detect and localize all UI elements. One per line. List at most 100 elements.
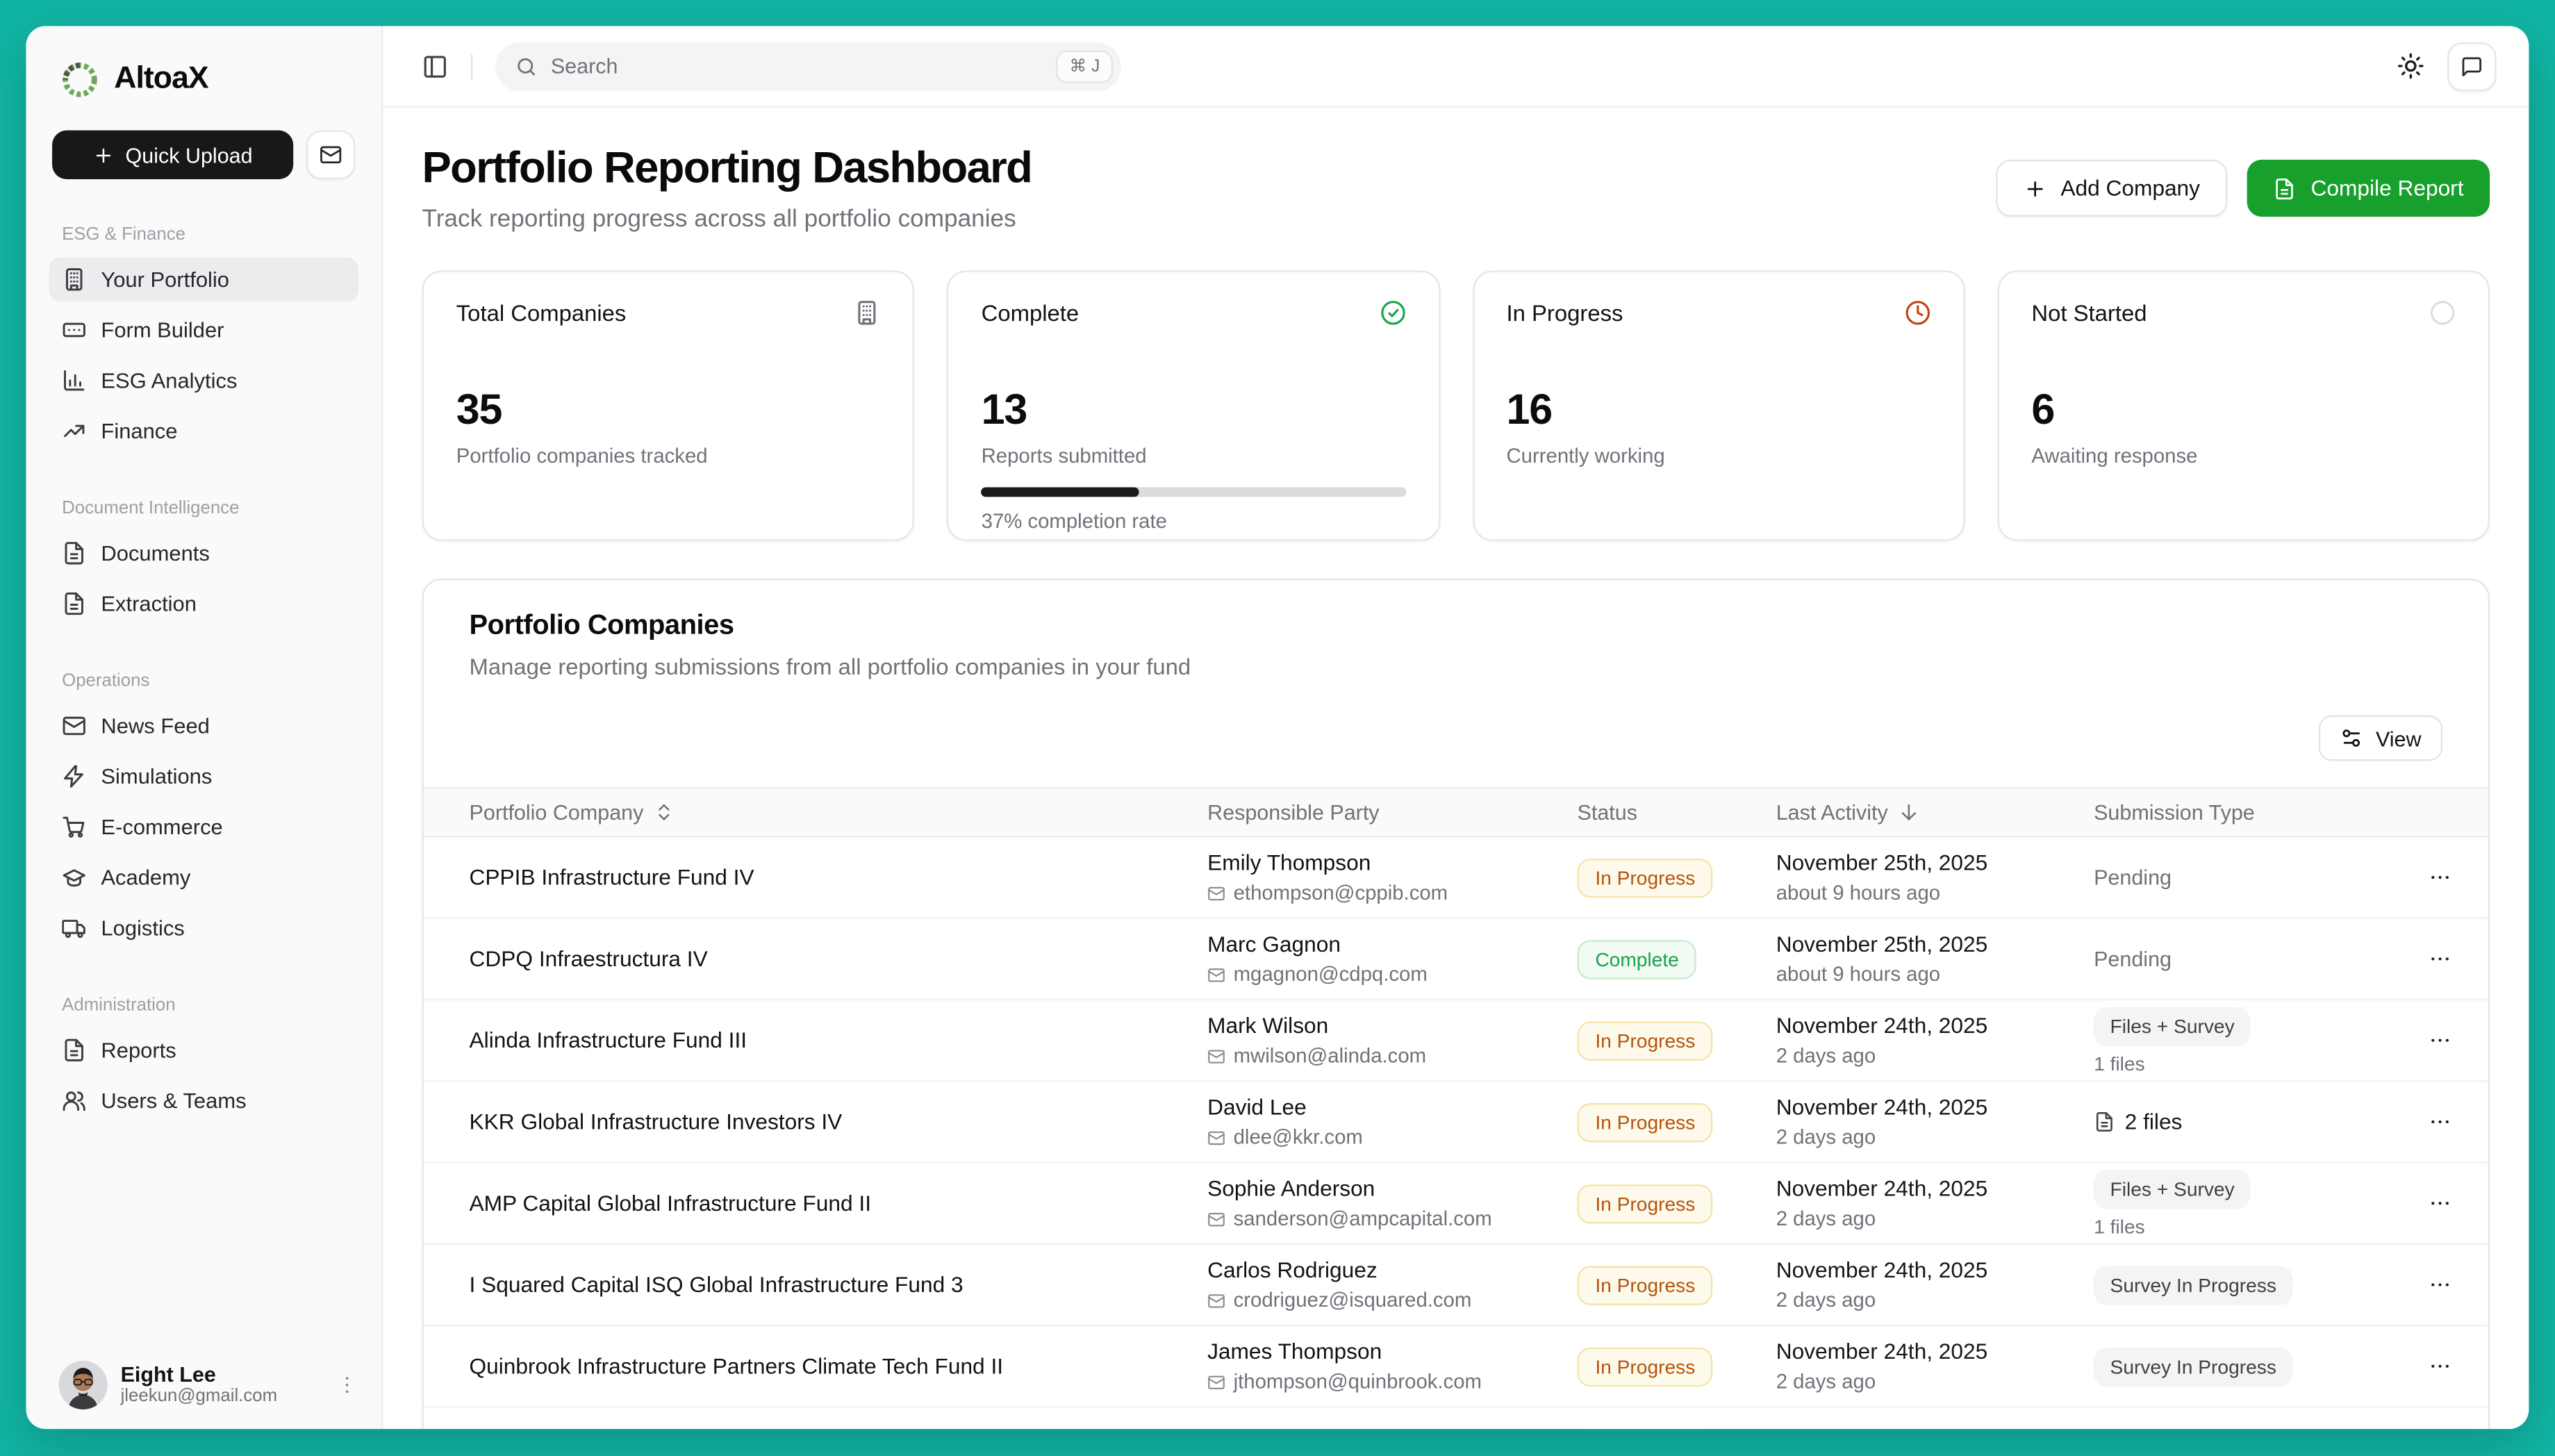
submission-files: 2 files (2094, 1109, 2371, 1134)
stat-value: 16 (1507, 385, 1930, 436)
stat-caption: Portfolio companies tracked (456, 445, 880, 468)
table-row[interactable]: Copenhagen Infrastructure Partners VI La… (424, 1408, 2488, 1429)
app-title: AltoaX (114, 62, 208, 98)
row-actions-button[interactable] (2371, 1273, 2488, 1297)
topbar-divider (471, 53, 472, 79)
status-badge: In Progress (1578, 1021, 1714, 1060)
stat-card-total-companies: Total Companies 35 Portfolio companies t… (422, 270, 915, 540)
column-header-submission-type[interactable]: Submission Type (2094, 800, 2371, 825)
sidebar-item-documents[interactable]: Documents (49, 531, 358, 575)
sidebar-item-label: Documents (101, 541, 209, 565)
bar-chart-icon (62, 368, 86, 392)
completion-progressbar (982, 487, 1405, 497)
stat-card-in-progress: In Progress 16 Currently working (1472, 270, 1965, 540)
search-icon (515, 55, 538, 78)
sidebar-item-label: Simulations (101, 764, 212, 788)
sidebar-item-form-builder[interactable]: Form Builder (49, 308, 358, 351)
theme-toggle-button[interactable] (2397, 52, 2424, 80)
portfolio-companies-card: Portfolio Companies Manage reporting sub… (422, 579, 2490, 1429)
sidebar-item-logistics[interactable]: Logistics (49, 906, 358, 950)
file-text-icon (62, 591, 86, 615)
sidebar-item-label: Your Portfolio (101, 267, 229, 292)
table-row[interactable]: Quinbrook Infrastructure Partners Climat… (424, 1326, 2488, 1407)
user-profile[interactable]: Eight Lee jleekun@gmail.com (49, 1361, 358, 1409)
table-title: Portfolio Companies (424, 609, 2488, 642)
table-row[interactable]: KKR Global Infrastructure Investors IV D… (424, 1082, 2488, 1163)
file-text-icon (2094, 1111, 2115, 1132)
cart-icon (62, 815, 86, 839)
column-header-portfolio-company[interactable]: Portfolio Company (470, 800, 1208, 825)
feedback-button[interactable] (2447, 42, 2496, 90)
sidebar-item-news-feed[interactable]: News Feed (49, 704, 358, 747)
sidebar-item-your-portfolio[interactable]: Your Portfolio (49, 258, 358, 301)
profile-name: Eight Lee (121, 1362, 278, 1387)
mail-icon (1207, 884, 1225, 902)
sidebar-item-academy[interactable]: Academy (49, 855, 358, 899)
row-actions-button[interactable] (2371, 1191, 2488, 1216)
clock-icon (1904, 300, 1930, 326)
quick-upload-button[interactable]: Quick Upload (52, 131, 293, 179)
submission-files-count: 1 files (2094, 1215, 2145, 1238)
sidebar-item-simulations[interactable]: Simulations (49, 754, 358, 798)
table-row[interactable]: I Squared Capital ISQ Global Infrastruct… (424, 1245, 2488, 1326)
sidebar: AltoaX Quick Upload ESG & Finance Your P… (26, 26, 383, 1430)
sidebar-item-label: Form Builder (101, 317, 224, 342)
table-row[interactable]: CDPQ Infraestructura IV Marc Gagnon mgag… (424, 919, 2488, 1000)
table-row[interactable]: Alinda Infrastructure Fund III Mark Wils… (424, 1000, 2488, 1082)
submission-type-pill: Survey In Progress (2094, 1347, 2292, 1386)
file-text-icon (2274, 176, 2297, 199)
building-icon (854, 300, 881, 326)
row-actions-button[interactable] (2371, 1354, 2488, 1378)
sidebar-item-ecommerce[interactable]: E-commerce (49, 805, 358, 849)
mail-icon (320, 143, 342, 166)
sidebar-item-extraction[interactable]: Extraction (49, 581, 358, 625)
stat-label: Not Started (2031, 300, 2147, 326)
profile-menu-button[interactable] (336, 1373, 358, 1396)
mail-icon (1207, 1047, 1225, 1065)
view-button[interactable]: View (2319, 715, 2442, 761)
column-header-responsible-party[interactable]: Responsible Party (1207, 800, 1577, 825)
plus-icon (93, 144, 114, 165)
sort-desc-icon (1898, 802, 1919, 822)
sidebar-item-label: Logistics (101, 916, 184, 940)
stat-label: Total Companies (456, 300, 627, 326)
search-input[interactable]: Search ⌘ J (495, 42, 1121, 90)
circle-icon (2429, 300, 2456, 326)
mail-icon (1207, 1128, 1225, 1146)
stat-label: Complete (982, 300, 1080, 326)
compile-report-button[interactable]: Compile Report (2247, 160, 2490, 217)
status-badge: In Progress (1578, 858, 1714, 897)
column-header-status[interactable]: Status (1578, 800, 1776, 825)
row-actions-button[interactable] (2371, 947, 2488, 971)
stat-caption: Reports submitted (982, 445, 1405, 468)
column-header-last-activity[interactable]: Last Activity (1776, 800, 2094, 825)
sidebar-item-users-teams[interactable]: Users & Teams (49, 1079, 358, 1123)
quick-upload-label: Quick Upload (126, 142, 253, 167)
sidebar-item-esg-analytics[interactable]: ESG Analytics (49, 358, 358, 402)
main-area: Search ⌘ J Portfolio Reporting Dashboard… (383, 26, 2529, 1430)
row-actions-button[interactable] (2371, 1028, 2488, 1052)
inbox-button[interactable] (306, 131, 355, 179)
avatar (58, 1361, 107, 1409)
sidebar-item-label: Extraction (101, 591, 197, 615)
row-actions-button[interactable] (2371, 866, 2488, 890)
sliders-icon (2340, 727, 2363, 750)
sidebar-item-reports[interactable]: Reports (49, 1028, 358, 1072)
sidebar-section-document-intelligence: Document Intelligence (62, 499, 358, 518)
status-badge: Complete (1578, 939, 1697, 978)
altoax-logo-icon (58, 58, 101, 101)
search-placeholder: Search (551, 53, 618, 78)
sidebar-toggle-button[interactable] (422, 53, 449, 79)
sidebar-item-finance[interactable]: Finance (49, 409, 358, 453)
row-actions-button[interactable] (2371, 1109, 2488, 1134)
app-frame: AltoaX Quick Upload ESG & Finance Your P… (0, 0, 2555, 1456)
table-row[interactable]: CPPIB Infrastructure Fund IV Emily Thomp… (424, 838, 2488, 919)
table-header-row: Portfolio Company Responsible Party Stat… (424, 787, 2488, 838)
sidebar-section-esg-finance: ESG & Finance (62, 225, 358, 245)
file-text-icon (62, 1038, 86, 1062)
table-row[interactable]: AMP Capital Global Infrastructure Fund I… (424, 1164, 2488, 1245)
submission-type-pill: Files + Survey (2094, 1169, 2251, 1208)
add-company-button[interactable]: Add Company (1996, 160, 2228, 217)
plus-icon (2023, 176, 2046, 199)
submission-type-pill: Files + Survey (2094, 1006, 2251, 1045)
